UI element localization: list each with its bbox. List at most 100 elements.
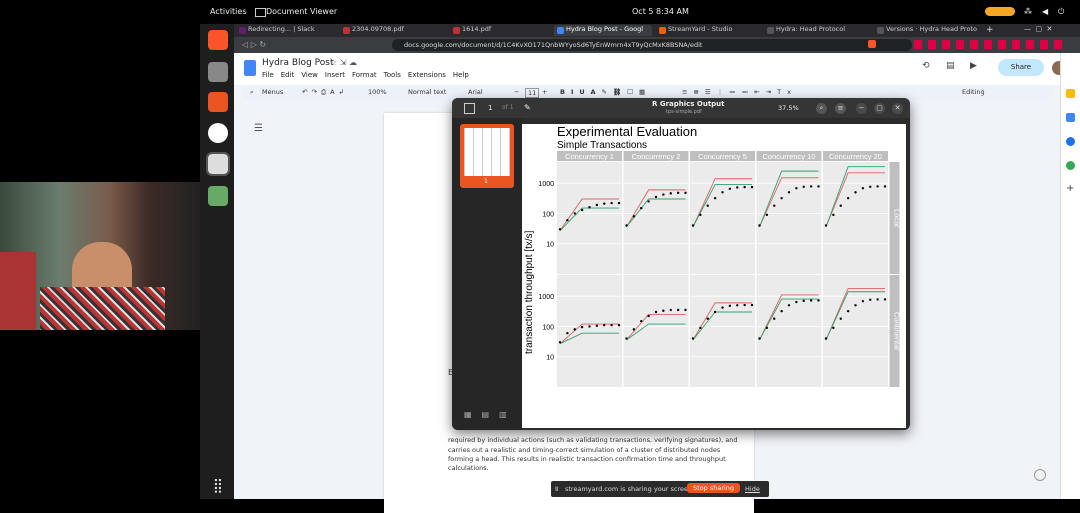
keep-icon[interactable] (1066, 89, 1075, 98)
font-select[interactable]: Arial (468, 88, 483, 96)
stop-sharing-button[interactable]: Stop sharing (687, 483, 741, 493)
add-ons-icon[interactable]: + (1066, 183, 1074, 194)
new-tab-button[interactable]: + (986, 25, 994, 35)
paragraph-format-icons[interactable]: ≡≣☰⋮≔≕⇤⇥Tx (682, 88, 797, 96)
menu-tools[interactable]: Tools (384, 71, 401, 79)
tab-versions[interactable]: Versions · Hydra Head Proto (874, 25, 978, 36)
font-size-input[interactable]: 11 (525, 88, 540, 98)
menus-search[interactable]: Menus (262, 88, 283, 96)
search-icon[interactable]: ⌕ (816, 103, 827, 114)
data-point (839, 317, 842, 320)
facet-strip-label: Concurrency 20 (829, 152, 882, 161)
search-menus-icon[interactable]: ⌕ (250, 88, 254, 97)
app-center-icon[interactable] (208, 92, 228, 112)
data-point (706, 204, 709, 207)
contacts-icon[interactable] (1066, 137, 1075, 146)
document-viewer-dock-icon[interactable] (206, 152, 230, 176)
slack-icon[interactable] (208, 123, 228, 143)
facet-strip-label: Concurrency 1 (565, 152, 614, 161)
power-icon[interactable]: ⏻ (1058, 7, 1064, 17)
thumbnail-selected[interactable]: 1 (460, 124, 514, 188)
editing-mode-select[interactable]: Editing (962, 88, 985, 96)
undo-redo-print-icons[interactable]: ↶↷⎙A↲ (302, 88, 348, 97)
zoom-select[interactable]: 100% (368, 88, 387, 96)
address-bar[interactable]: docs.google.com/document/d/1C4KvXO171Qnb… (392, 39, 912, 51)
tab-pdf-1[interactable]: 2304.09708.pdf (340, 25, 446, 36)
tab-pdf-2[interactable]: 1614.pdf (450, 25, 550, 36)
menu-view[interactable]: View (301, 71, 318, 79)
data-point (846, 196, 850, 200)
data-point (691, 224, 695, 227)
y-tick-label: 100 (542, 211, 554, 218)
data-point (883, 185, 887, 188)
brave-browser-icon[interactable] (208, 30, 228, 50)
text-format-icons[interactable]: BIUA✎⛓☐▦ (560, 88, 651, 96)
minimize-button[interactable]: − (856, 103, 867, 114)
data-point (832, 326, 835, 330)
menu-icon[interactable]: ≡ (835, 103, 846, 114)
tab-hydra-blog-post[interactable]: Hydra Blog Post - Googl (554, 25, 652, 36)
data-point (573, 212, 576, 215)
sidebar-mode-icons[interactable]: ▦▤▥ (464, 410, 517, 419)
data-point (721, 306, 724, 309)
tab-label: StreamYard - Studio (668, 25, 733, 33)
menu-format[interactable]: Format (352, 71, 377, 79)
extensions-bar[interactable] (914, 40, 1064, 49)
share-button[interactable]: Share (998, 59, 1044, 76)
meet-icon[interactable]: ▶ (970, 61, 977, 71)
brave-shields-icon[interactable] (868, 40, 876, 48)
hide-button[interactable]: Hide (745, 485, 760, 493)
outline-icon[interactable]: ☰ (254, 123, 263, 134)
google-docs-logo-icon[interactable] (244, 60, 256, 76)
data-point (773, 317, 776, 320)
show-apps-icon[interactable]: ⣿ (208, 476, 228, 496)
chart-title: Experimental Evaluation (557, 124, 697, 139)
tab-hydra-head-protocol[interactable]: Hydra: Head Protocol (764, 25, 868, 36)
app-menu-label[interactable]: Document Viewer (266, 7, 337, 16)
viewer-window-title: R Graphics Output (652, 100, 725, 108)
close-button[interactable]: ✕ (892, 103, 903, 114)
star-icon[interactable]: ☆ ⇲ ☁ (330, 58, 357, 67)
plaid-shirt (40, 287, 165, 330)
network-icon[interactable]: ⁂ (1024, 7, 1032, 16)
volume-icon[interactable]: ◀ (1042, 7, 1048, 16)
menu-help[interactable]: Help (453, 71, 469, 79)
document-title[interactable]: Hydra Blog Post (262, 58, 333, 68)
font-size-plus-icon[interactable]: + (542, 88, 547, 96)
trash-icon[interactable] (208, 186, 228, 206)
menu-file[interactable]: File (262, 71, 274, 79)
zoom-select[interactable]: 37.5% (778, 104, 799, 112)
font-size-minus-icon[interactable]: − (514, 88, 523, 96)
recording-indicator[interactable] (985, 7, 1015, 16)
tab-streamyard[interactable]: StreamYard - Studio (656, 25, 760, 36)
data-point (854, 191, 857, 194)
back-forward-reload-icons[interactable]: ◁ ▷ ↻ (242, 40, 266, 49)
data-point (765, 326, 769, 330)
clock[interactable]: Oct 5 8:34 AM (632, 7, 689, 16)
maximize-button[interactable]: ▢ (874, 103, 885, 114)
pdf-page[interactable]: Experimental Evaluation Simple Transacti… (522, 124, 906, 428)
style-select[interactable]: Normal text (408, 88, 446, 96)
maps-icon[interactable] (1066, 161, 1075, 170)
tab-label: Redirecting... | Slack (248, 25, 315, 33)
data-point (773, 204, 776, 207)
panel-background (823, 162, 888, 274)
sidebar-toggle-icon[interactable] (464, 103, 475, 114)
activities-button[interactable]: Activities (210, 7, 247, 16)
files-icon[interactable] (208, 62, 228, 82)
menu-edit[interactable]: Edit (281, 71, 295, 79)
data-point (647, 200, 650, 203)
window-controls[interactable]: — ▢ ✕ (1024, 25, 1052, 33)
menu-insert[interactable]: Insert (325, 71, 345, 79)
comments-icon[interactable]: ▤ (946, 61, 955, 71)
tab-slack[interactable]: Redirecting... | Slack (236, 25, 334, 36)
tasks-icon[interactable] (1066, 113, 1075, 122)
explore-icon[interactable] (1034, 469, 1046, 481)
page-number-input[interactable]: 1 (488, 104, 492, 112)
data-point (588, 325, 591, 328)
data-point (883, 298, 887, 301)
annotate-icon[interactable]: ✎ (524, 103, 531, 112)
data-point (824, 337, 828, 340)
history-icon[interactable]: ⟲ (922, 61, 930, 71)
menu-extensions[interactable]: Extensions (408, 71, 446, 79)
